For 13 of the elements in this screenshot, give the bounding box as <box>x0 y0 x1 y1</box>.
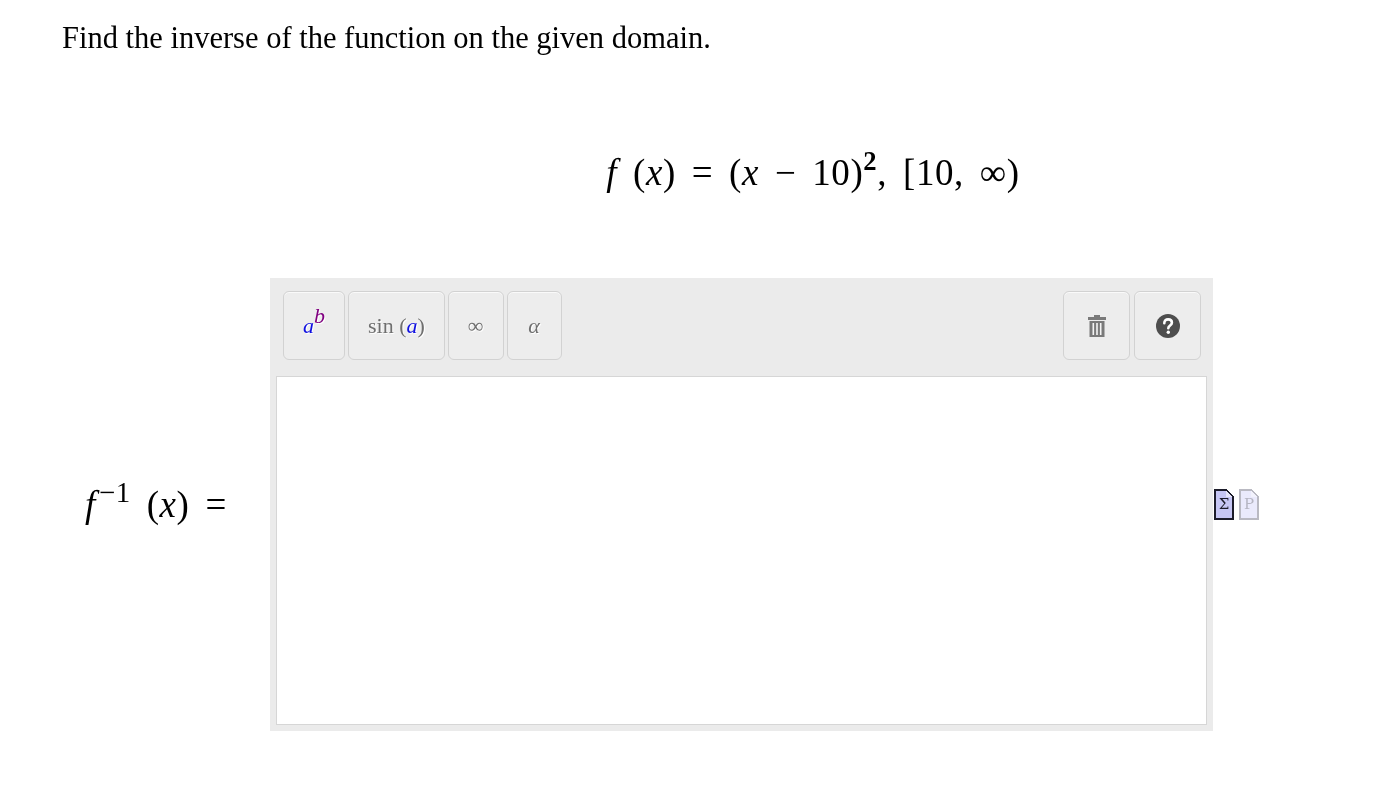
clear-button[interactable] <box>1063 291 1130 360</box>
function-equation: f (x) = (x − 10)$^{2}$, [10, ∞) <box>606 150 1020 195</box>
help-icon <box>1155 313 1180 338</box>
inverse-function-label: f$^{−1}$ (x) = <box>85 481 227 527</box>
help-button[interactable] <box>1134 291 1201 360</box>
math-symbol-button[interactable]: ∞ <box>447 291 504 360</box>
question-text: Find the inverse of the function on the given domain. <box>62 20 711 56</box>
math-symbol-button[interactable]: α <box>506 291 562 360</box>
trash-icon <box>1087 314 1106 337</box>
math-symbol-button[interactable]: sin (a) <box>348 291 445 360</box>
format-toggle[interactable]: Σ <box>1214 489 1234 520</box>
math-symbol-button[interactable]: ab <box>283 291 345 360</box>
answer-input-field[interactable] <box>276 376 1207 725</box>
